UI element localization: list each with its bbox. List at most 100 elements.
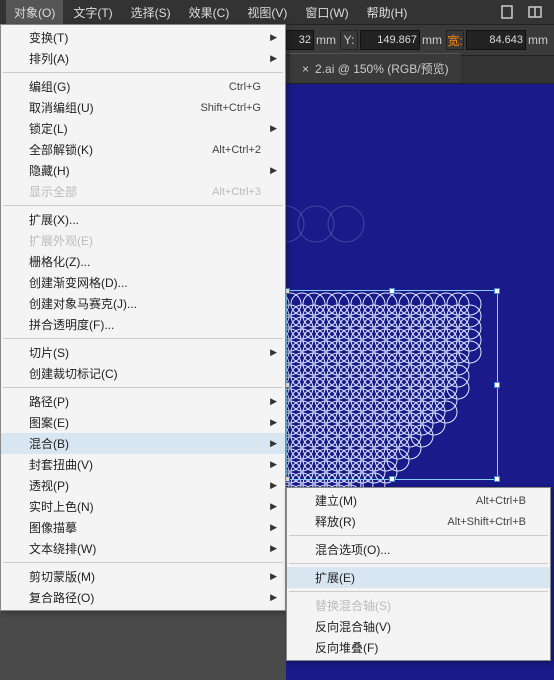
object-menu-item: 显示全部Alt+Ctrl+3 <box>1 181 285 202</box>
blend-submenu-item: 替换混合轴(S) <box>287 595 550 616</box>
label-y: Y: <box>340 30 358 50</box>
object-menu: 变换(T)▶排列(A)▶ 编组(G)Ctrl+G取消编组(U)Shift+Ctrl… <box>0 24 286 611</box>
submenu-arrow-icon: ▶ <box>270 501 277 512</box>
sel-handle-ml[interactable] <box>286 382 290 388</box>
object-menu-item[interactable]: 创建渐变网格(D)... <box>1 272 285 293</box>
blend-submenu-item[interactable]: 释放(R)Alt+Shift+Ctrl+B <box>287 511 550 532</box>
blend-submenu-item[interactable]: 反向堆叠(F) <box>287 637 550 658</box>
object-menu-item[interactable]: 取消编组(U)Shift+Ctrl+G <box>1 97 285 118</box>
object-menu-item[interactable]: 文本绕排(W)▶ <box>1 538 285 559</box>
menu-item-label: 编组(G) <box>29 78 229 95</box>
menu-type[interactable]: 文字(T) <box>65 0 120 25</box>
object-menu-item[interactable]: 扩展(X)... <box>1 209 285 230</box>
object-menu-item[interactable]: 复合路径(O)▶ <box>1 587 285 608</box>
object-menu-item[interactable]: 隐藏(H) ▶ <box>1 160 285 181</box>
menu-select[interactable]: 选择(S) <box>123 0 179 25</box>
unit-1: mm <box>316 33 336 47</box>
input-w[interactable] <box>466 30 526 50</box>
blend-submenu: 建立(M)Alt+Ctrl+B释放(R)Alt+Shift+Ctrl+B 混合选项… <box>286 487 551 661</box>
menu-window[interactable]: 窗口(W) <box>297 0 356 25</box>
menu-separator <box>3 387 283 388</box>
menu-item-label: 切片(S) <box>29 344 261 361</box>
sel-handle-mr[interactable] <box>494 382 500 388</box>
menu-item-label: 锁定(L) <box>29 120 261 137</box>
submenu-arrow-icon: ▶ <box>270 459 277 470</box>
submenu-arrow-icon: ▶ <box>270 347 277 358</box>
menu-effect[interactable]: 效果(C) <box>181 0 238 25</box>
blend-submenu-item[interactable]: 扩展(E) <box>287 567 550 588</box>
menu-separator <box>3 205 283 206</box>
object-menu-item[interactable]: 路径(P)▶ <box>1 391 285 412</box>
menu-view[interactable]: 视图(V) <box>239 0 295 25</box>
blend-submenu-item[interactable]: 反向混合轴(V) <box>287 616 550 637</box>
submenu-arrow-icon: ▶ <box>270 522 277 533</box>
sel-handle-br[interactable] <box>494 476 500 482</box>
object-menu-item[interactable]: 透视(P)▶ <box>1 475 285 496</box>
field-1: mm <box>284 30 336 50</box>
field-y: Y: mm <box>340 30 442 50</box>
menu-item-label: 创建渐变网格(D)... <box>29 274 261 291</box>
menu-item-label: 隐藏(H) <box>29 162 261 179</box>
submenu-arrow-icon: ▶ <box>270 396 277 407</box>
object-menu-item[interactable]: 图像描摹▶ <box>1 517 285 538</box>
object-menu-item[interactable]: 锁定(L)▶ <box>1 118 285 139</box>
menu-item-label: 扩展(X)... <box>29 211 261 228</box>
object-menu-item[interactable]: 剪切蒙版(M) ▶ <box>1 566 285 587</box>
menu-help[interactable]: 帮助(H) <box>359 0 416 25</box>
menu-item-label: 图案(E) <box>29 414 261 431</box>
menu-item-label: 混合(B) <box>29 435 261 452</box>
submenu-arrow-icon: ▶ <box>270 165 277 176</box>
submenu-arrow-icon: ▶ <box>270 417 277 428</box>
input-y[interactable] <box>360 30 420 50</box>
menu-item-label: 扩展外观(E) <box>29 232 261 249</box>
input-1[interactable] <box>284 30 314 50</box>
menu-item-label: 封套扭曲(V) <box>29 456 261 473</box>
menu-separator <box>289 591 548 592</box>
object-menu-item[interactable]: 排列(A)▶ <box>1 48 285 69</box>
menu-item-label: 显示全部 <box>29 183 212 200</box>
menu-item-label: 剪切蒙版(M) <box>29 568 261 585</box>
menu-item-label: 全部解锁(K) <box>29 141 212 158</box>
menu-separator <box>289 563 548 564</box>
menu-separator <box>3 562 283 563</box>
object-menu-item[interactable]: 切片(S) ▶ <box>1 342 285 363</box>
object-menu-item[interactable]: 图案(E) ▶ <box>1 412 285 433</box>
submenu-arrow-icon: ▶ <box>270 571 277 582</box>
menu-item-shortcut: Alt+Ctrl+B <box>476 495 526 507</box>
tab-close[interactable]: × <box>302 62 309 76</box>
menu-item-shortcut: Alt+Shift+Ctrl+B <box>447 516 526 528</box>
object-menu-item[interactable]: 拼合透明度(F)... <box>1 314 285 335</box>
menu-item-label: 反向混合轴(V) <box>315 618 526 635</box>
menu-object[interactable]: 对象(O) <box>6 0 63 25</box>
object-menu-item[interactable]: 全部解锁(K)Alt+Ctrl+2 <box>1 139 285 160</box>
object-menu-item: 扩展外观(E) <box>1 230 285 251</box>
menu-item-label: 混合选项(O)... <box>315 541 526 558</box>
layout-icon[interactable] <box>526 3 544 21</box>
menu-item-label: 创建裁切标记(C) <box>29 365 261 382</box>
sel-handle-tl[interactable] <box>286 288 290 294</box>
menu-item-label: 取消编组(U) <box>29 99 200 116</box>
object-menu-item[interactable]: 封套扭曲(V) ▶ <box>1 454 285 475</box>
submenu-arrow-icon: ▶ <box>270 438 277 449</box>
object-menu-item[interactable]: 栅格化(Z)... <box>1 251 285 272</box>
document-tab[interactable]: × 2.ai @ 150% (RGB/预览) <box>290 53 461 83</box>
menu-separator <box>3 338 283 339</box>
sel-handle-bm[interactable] <box>389 476 395 482</box>
blend-submenu-item[interactable]: 建立(M)Alt+Ctrl+B <box>287 490 550 511</box>
menu-item-shortcut: Alt+Ctrl+3 <box>212 186 261 198</box>
object-menu-item[interactable]: 编组(G)Ctrl+G <box>1 76 285 97</box>
object-menu-item[interactable]: 变换(T)▶ <box>1 27 285 48</box>
doc-icon[interactable] <box>498 3 516 21</box>
object-menu-item[interactable]: 实时上色(N)▶ <box>1 496 285 517</box>
object-menu-item[interactable]: 创建裁切标记(C) <box>1 363 285 384</box>
blend-submenu-item[interactable]: 混合选项(O)... <box>287 539 550 560</box>
sel-handle-bl[interactable] <box>286 476 290 482</box>
menu-item-label: 栅格化(Z)... <box>29 253 261 270</box>
object-menu-item[interactable]: 创建对象马赛克(J)... <box>1 293 285 314</box>
unit-w: mm <box>528 33 548 47</box>
sel-handle-tr[interactable] <box>494 288 500 294</box>
menu-item-label: 拼合透明度(F)... <box>29 316 261 333</box>
menu-item-label: 扩展(E) <box>315 569 526 586</box>
object-menu-item[interactable]: 混合(B) ▶ <box>1 433 285 454</box>
sel-handle-tm[interactable] <box>389 288 395 294</box>
